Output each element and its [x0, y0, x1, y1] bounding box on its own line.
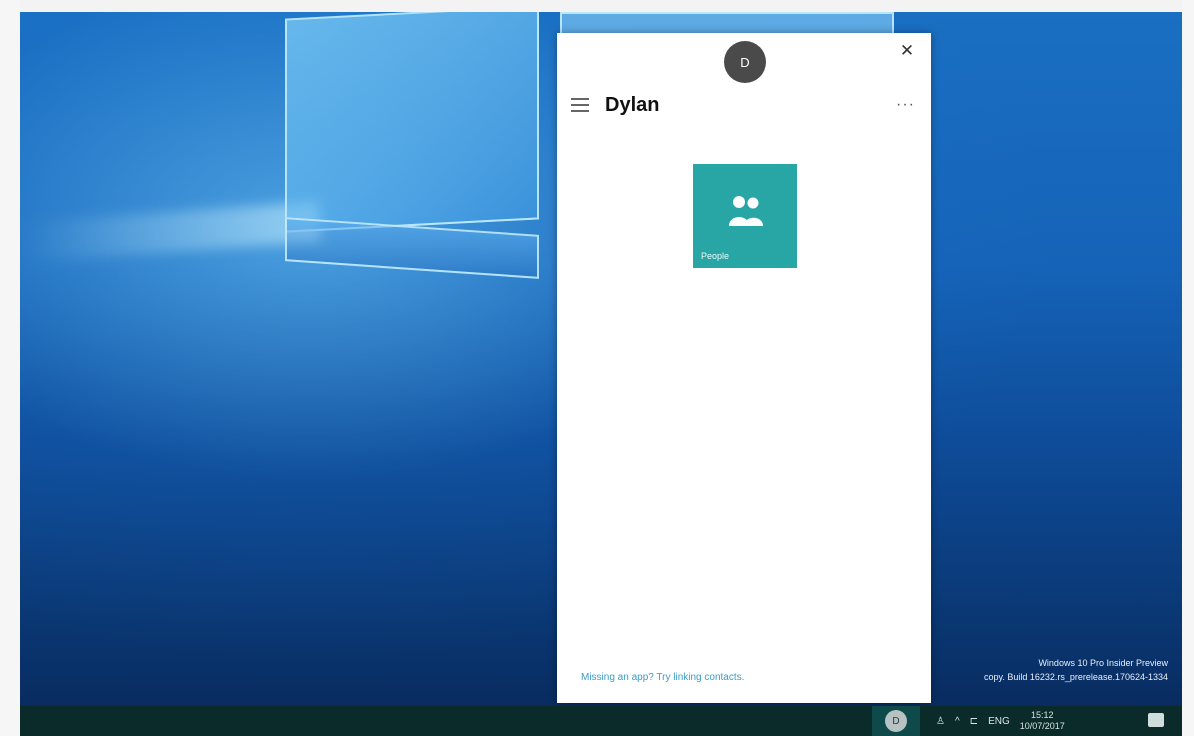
- system-tray: ♙ ^ ⊏ ENG 15:12 10/07/2017: [936, 706, 1065, 736]
- wallpaper-light-beam: [20, 201, 322, 263]
- watermark-line: Windows 10 Pro Insider Preview: [1038, 658, 1168, 668]
- wallpaper-window-pane: [285, 12, 539, 233]
- missing-app-link[interactable]: Missing an app? Try linking contacts.: [581, 672, 744, 683]
- more-options-button[interactable]: ···: [896, 96, 915, 114]
- window-frame-right: [1182, 0, 1194, 736]
- contact-avatar[interactable]: D: [724, 41, 766, 83]
- network-icon[interactable]: ⊏: [970, 716, 978, 727]
- people-flyout-panel: D ✕ Dylan ··· People Missing an app? Try…: [557, 33, 931, 703]
- clock[interactable]: 15:12 10/07/2017: [1020, 710, 1065, 732]
- language-indicator[interactable]: ENG: [988, 716, 1010, 727]
- build-watermark: Windows 10 Pro Insider Preview copy. Bui…: [984, 656, 1168, 684]
- hamburger-menu-icon[interactable]: [571, 98, 589, 112]
- people-icon: [729, 196, 763, 226]
- contact-name: Dylan: [605, 93, 660, 116]
- close-button[interactable]: ✕: [897, 41, 917, 61]
- window-frame-top: [0, 0, 1194, 12]
- people-tray-icon[interactable]: ♙: [936, 716, 945, 727]
- clock-date: 10/07/2017: [1019, 721, 1065, 731]
- people-app-tile[interactable]: People: [693, 164, 797, 268]
- chevron-up-icon[interactable]: ^: [955, 716, 960, 727]
- tile-label: People: [701, 251, 730, 261]
- taskbar-people-button[interactable]: D: [872, 706, 920, 736]
- taskbar: D ♙ ^ ⊏ ENG 15:12 10/07/2017: [20, 706, 1182, 736]
- action-center-icon[interactable]: [1148, 713, 1164, 727]
- wallpaper-window-pane: [285, 217, 539, 279]
- people-avatar-icon: D: [885, 710, 907, 732]
- watermark-line: copy. Build 16232.rs_prerelease.170624-1…: [984, 672, 1168, 682]
- panel-header: Dylan ···: [571, 91, 915, 119]
- clock-time: 15:12: [1030, 710, 1054, 720]
- window-frame-left: [0, 0, 20, 736]
